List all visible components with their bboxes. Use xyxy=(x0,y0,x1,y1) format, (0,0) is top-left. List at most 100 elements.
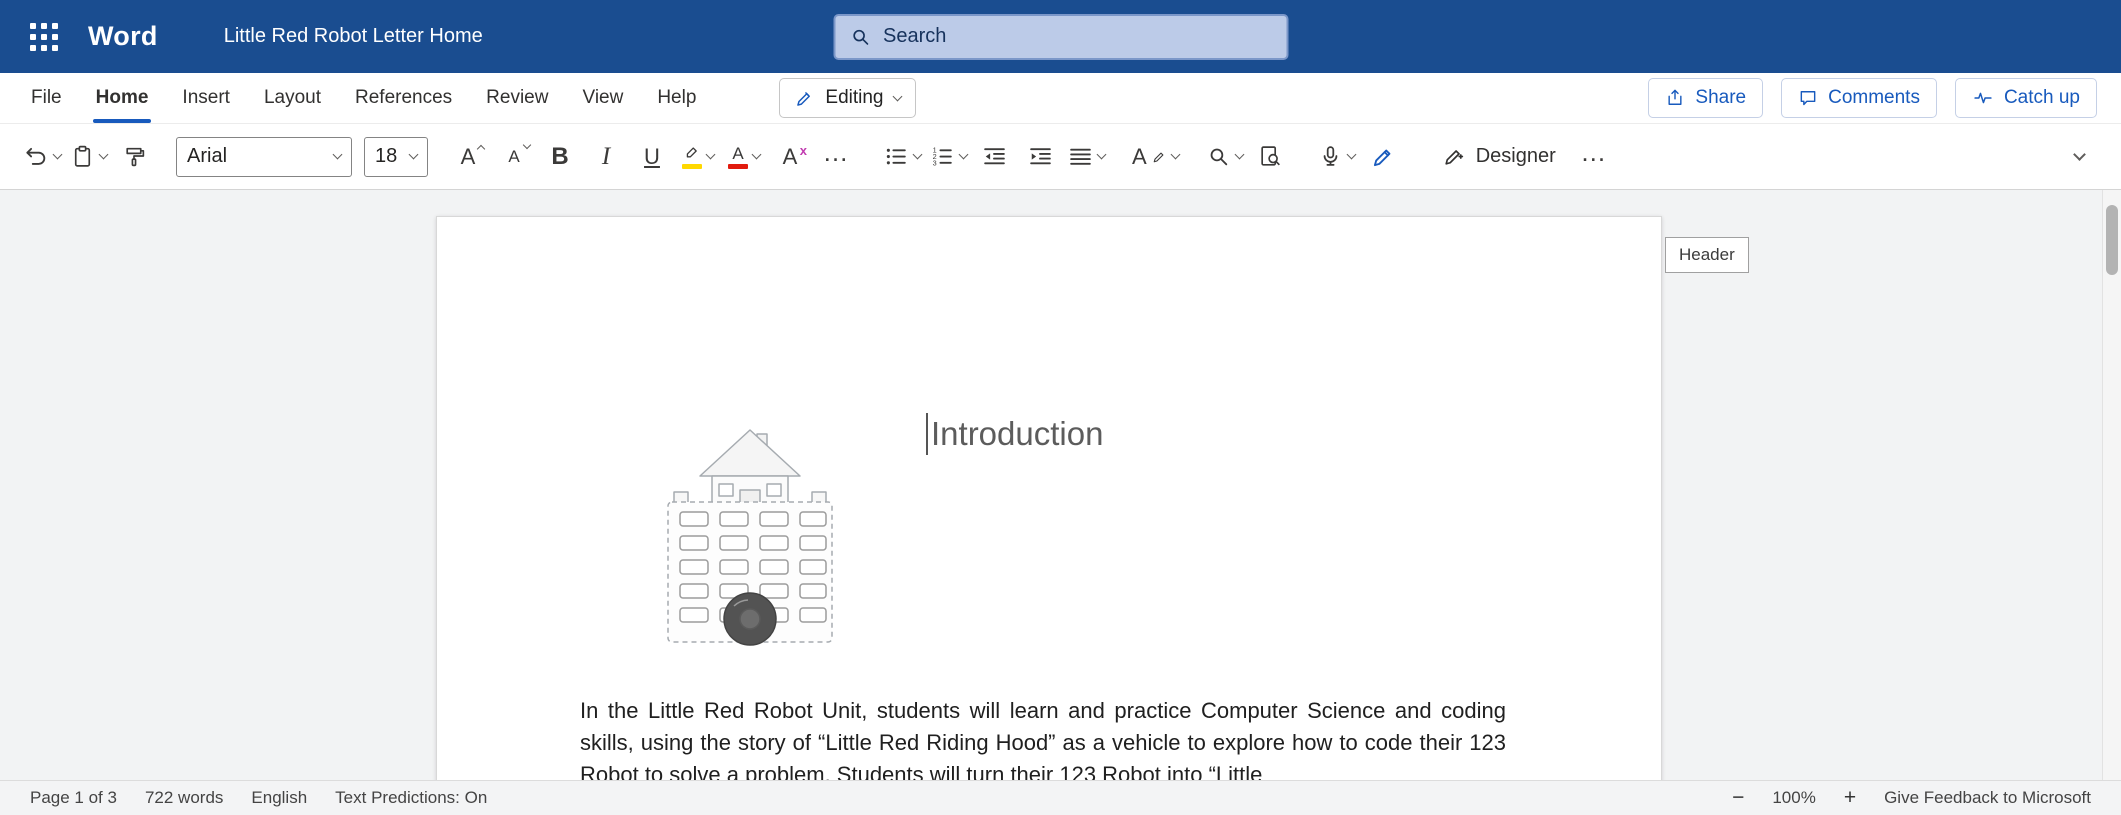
bullets-button[interactable] xyxy=(882,134,922,180)
caret-down-icon xyxy=(523,140,531,148)
search-box[interactable] xyxy=(833,14,1288,60)
italic-button[interactable]: I xyxy=(586,134,626,180)
chevron-down-icon xyxy=(1347,150,1357,160)
zoom-in-button[interactable]: + xyxy=(1844,786,1856,810)
ribbon-overflow-button[interactable]: … xyxy=(1574,134,1614,180)
tab-label: View xyxy=(582,87,623,109)
ribbon-tab-row: File Home Insert Layout References Revie… xyxy=(0,73,2121,124)
italic-icon: I xyxy=(602,143,610,171)
bulleted-list-icon xyxy=(884,144,909,169)
chevron-down-icon xyxy=(958,150,968,160)
tab-layout[interactable]: Layout xyxy=(247,73,338,123)
tab-label: References xyxy=(355,87,452,109)
highlighter-icon xyxy=(682,145,702,169)
underline-icon: U xyxy=(644,144,660,170)
find-button[interactable] xyxy=(1205,134,1245,180)
waffle-icon xyxy=(30,23,58,51)
ribbon-right-actions: Share Comments Catch up xyxy=(1648,73,2107,123)
tab-help[interactable]: Help xyxy=(640,73,713,123)
editing-mode-dropdown[interactable]: Editing xyxy=(779,78,915,118)
font-size-value: 18 xyxy=(375,145,397,168)
zoom-out-button[interactable]: − xyxy=(1732,786,1744,810)
app-name[interactable]: Word xyxy=(88,21,158,52)
document-page[interactable]: Introduction In the Little Red Robot Uni… xyxy=(436,216,1662,780)
clear-formatting-button[interactable]: A x xyxy=(770,134,810,180)
zoom-level[interactable]: 100% xyxy=(1772,788,1815,808)
editor-pen-icon xyxy=(1370,144,1396,170)
font-color-button[interactable]: A xyxy=(724,134,764,180)
share-button[interactable]: Share xyxy=(1648,78,1763,118)
font-size-select[interactable]: 18 xyxy=(364,137,428,177)
tab-label: File xyxy=(31,87,62,109)
alignment-button[interactable] xyxy=(1066,134,1106,180)
vertical-scrollbar[interactable] xyxy=(2102,190,2121,780)
designer-button[interactable]: Designer xyxy=(1429,134,1568,180)
tab-view[interactable]: View xyxy=(565,73,640,123)
undo-icon xyxy=(23,144,49,170)
dictate-button[interactable] xyxy=(1317,134,1357,180)
catch-up-button[interactable]: Catch up xyxy=(1955,78,2097,118)
grow-font-button[interactable]: A xyxy=(448,134,488,180)
heading-text: Introduction xyxy=(931,415,1103,453)
share-label: Share xyxy=(1695,87,1746,109)
text-predictions-toggle[interactable]: Text Predictions: On xyxy=(335,788,487,808)
search-icon xyxy=(849,26,871,48)
chevron-down-icon xyxy=(2073,148,2086,161)
format-painter-button[interactable] xyxy=(114,134,154,180)
house-grid-robot-image[interactable] xyxy=(660,414,840,664)
chevron-down-icon xyxy=(1235,150,1245,160)
header-region-tab[interactable]: Header xyxy=(1665,237,1749,273)
tab-references[interactable]: References xyxy=(338,73,469,123)
tab-home[interactable]: Home xyxy=(79,73,166,123)
collapse-ribbon-button[interactable] xyxy=(2059,134,2099,180)
designer-label: Designer xyxy=(1476,145,1556,168)
chevron-down-icon xyxy=(892,91,902,101)
titlebar: Word Little Red Robot Letter Home xyxy=(0,0,2121,73)
search-input[interactable] xyxy=(883,25,1272,48)
tab-label: Home xyxy=(96,87,149,109)
highlight-color-button[interactable] xyxy=(678,134,718,180)
increase-indent-button[interactable] xyxy=(1020,134,1060,180)
pencil-icon xyxy=(794,88,815,109)
pulse-icon xyxy=(1972,88,1994,108)
document-body-paragraph[interactable]: In the Little Red Robot Unit, students w… xyxy=(580,695,1506,780)
chevron-down-icon xyxy=(1096,150,1106,160)
tab-file[interactable]: File xyxy=(14,73,79,123)
undo-button[interactable] xyxy=(22,134,62,180)
more-font-options-button[interactable]: … xyxy=(816,134,856,180)
document-title[interactable]: Little Red Robot Letter Home xyxy=(224,25,483,48)
font-name-value: Arial xyxy=(187,145,227,168)
shrink-font-button[interactable]: A xyxy=(494,134,534,180)
styles-pen-icon xyxy=(1152,149,1167,164)
magnifier-icon xyxy=(1206,144,1231,169)
styles-button[interactable]: A xyxy=(1132,134,1179,180)
statusbar: Page 1 of 3 722 words English Text Predi… xyxy=(0,780,2121,815)
word-count[interactable]: 722 words xyxy=(145,788,223,808)
comments-label: Comments xyxy=(1828,87,1920,109)
numbering-button[interactable]: 123 xyxy=(928,134,968,180)
language-indicator[interactable]: English xyxy=(251,788,307,808)
underline-button[interactable]: U xyxy=(632,134,672,180)
chevron-down-icon xyxy=(1170,150,1180,160)
editor-button[interactable] xyxy=(1363,134,1403,180)
feedback-link[interactable]: Give Feedback to Microsoft xyxy=(1884,788,2091,808)
decrease-indent-button[interactable] xyxy=(974,134,1014,180)
tab-insert[interactable]: Insert xyxy=(165,73,247,123)
scrollbar-thumb[interactable] xyxy=(2106,205,2118,275)
text-cursor xyxy=(926,413,928,455)
paste-button[interactable] xyxy=(68,134,108,180)
document-heading[interactable]: Introduction xyxy=(926,413,1103,455)
tab-label: Review xyxy=(486,87,548,109)
bold-button[interactable]: B xyxy=(540,134,580,180)
app-launcher-button[interactable] xyxy=(30,23,58,51)
decrease-indent-icon xyxy=(982,144,1007,169)
page-indicator[interactable]: Page 1 of 3 xyxy=(30,788,117,808)
home-ribbon-toolbar: Arial 18 A A B I U A xyxy=(0,124,2121,190)
ellipsis-icon: … xyxy=(823,147,850,167)
chevron-down-icon xyxy=(333,150,343,160)
tab-review[interactable]: Review xyxy=(469,73,565,123)
comments-button[interactable]: Comments xyxy=(1781,78,1937,118)
tab-label: Help xyxy=(657,87,696,109)
search-document-button[interactable] xyxy=(1251,134,1291,180)
font-name-select[interactable]: Arial xyxy=(176,137,352,177)
